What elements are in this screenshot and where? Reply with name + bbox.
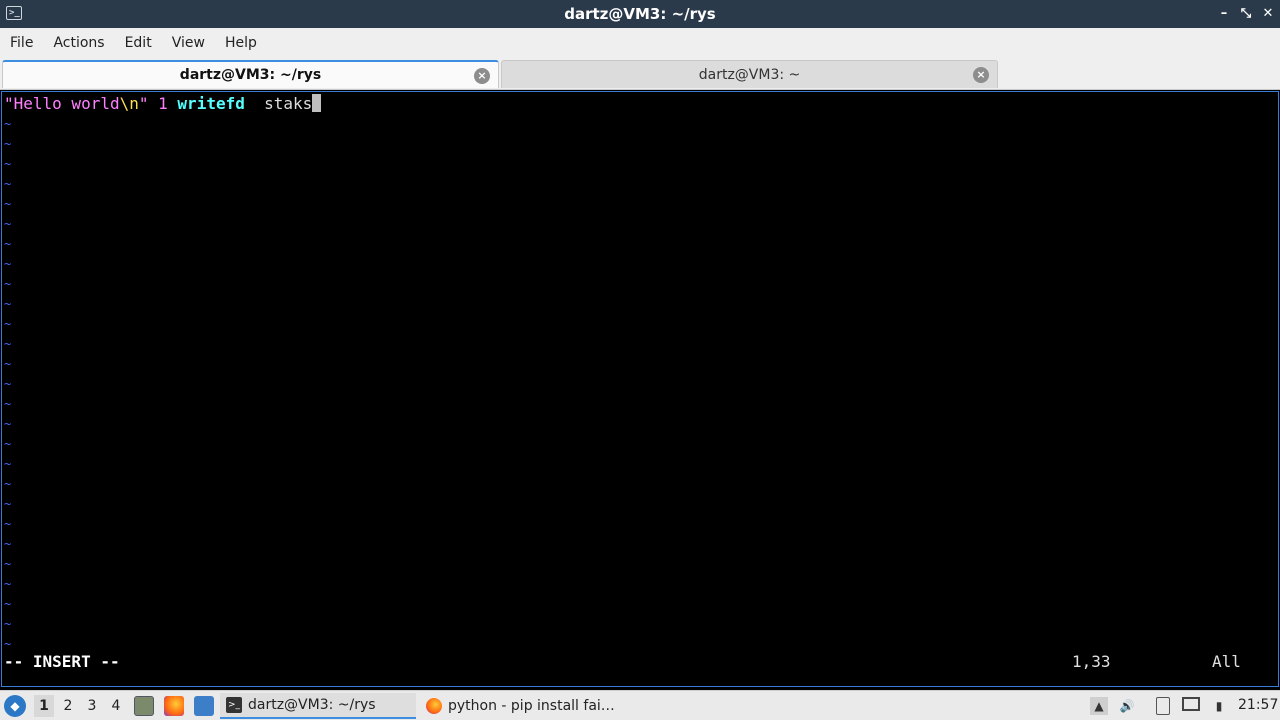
empty-line-tilde: ~ — [4, 257, 12, 271]
empty-line-tilde: ~ — [4, 317, 12, 331]
empty-line-tilde: ~ — [4, 197, 12, 211]
terminal-icon: >_ — [226, 697, 242, 713]
empty-line-tilde: ~ — [4, 537, 12, 551]
empty-line-tilde: ~ — [4, 277, 12, 291]
string-token: "Hello world — [4, 94, 120, 113]
workspace-3[interactable]: 3 — [82, 695, 102, 717]
desktop-icon[interactable] — [194, 696, 214, 716]
plain-token: staks — [264, 94, 313, 113]
close-button[interactable]: ✕ — [1258, 4, 1278, 24]
number-token: 1 — [158, 94, 168, 113]
empty-line-tilde: ~ — [4, 417, 12, 431]
tab-close-icon[interactable]: × — [474, 68, 490, 84]
tab-rys[interactable]: dartz@VM3: ~/rys × — [2, 60, 499, 88]
empty-line-tilde: ~ — [4, 357, 12, 371]
clipboard-icon[interactable] — [1156, 697, 1170, 715]
clock: 21:57 — [1238, 697, 1279, 713]
empty-line-tilde: ~ — [4, 477, 12, 491]
empty-line-tilde: ~ — [4, 337, 12, 351]
minimize-button[interactable]: – — [1214, 4, 1234, 24]
empty-line-tilde: ~ — [4, 397, 12, 411]
display-icon[interactable] — [1182, 697, 1200, 711]
vim-mode-indicator: -- INSERT -- — [4, 652, 120, 671]
empty-line-tilde: ~ — [4, 517, 12, 531]
tab-close-icon[interactable]: × — [973, 67, 989, 83]
maximize-button[interactable]: ⤡ — [1236, 4, 1256, 24]
empty-line-tilde: ~ — [4, 557, 12, 571]
volume-icon[interactable]: 🔊 — [1118, 697, 1136, 715]
start-menu-icon[interactable]: ◆ — [4, 695, 26, 717]
window-titlebar[interactable]: >_ dartz@VM3: ~/rys – ⤡ ✕ — [0, 0, 1280, 28]
tray-up-arrow-icon[interactable]: ▲ — [1090, 697, 1108, 715]
empty-line-tilde: ~ — [4, 377, 12, 391]
window-title: dartz@VM3: ~/rys — [564, 5, 716, 23]
editor-line-1: "Hello world\n" 1 writefd staks — [4, 94, 322, 114]
workspace-1[interactable]: 1 — [34, 695, 54, 717]
empty-line-tilde: ~ — [4, 457, 12, 471]
menu-bar: File Actions Edit View Help — [0, 28, 1280, 58]
cursor-position: 1,33 — [1072, 652, 1111, 671]
menu-view[interactable]: View — [166, 35, 211, 51]
empty-line-tilde: ~ — [4, 217, 12, 231]
workspace-4[interactable]: 4 — [106, 695, 126, 717]
task-terminal[interactable]: >_ dartz@VM3: ~/rys — [220, 693, 416, 719]
empty-line-tilde: ~ — [4, 117, 12, 131]
taskbar: ◆ 1 2 3 4 >_ dartz@VM3: ~/rys python - p… — [0, 690, 1280, 720]
text-cursor — [312, 94, 322, 112]
tab-bar: dartz@VM3: ~/rys × dartz@VM3: ~ × — [0, 58, 1280, 90]
menu-help[interactable]: Help — [219, 35, 263, 51]
empty-line-tilde: ~ — [4, 637, 12, 651]
empty-line-tilde: ~ — [4, 437, 12, 451]
terminal-area[interactable]: "Hello world\n" 1 writefd staks ~ ~ ~ ~ ~ ~ ~ ~… — [1, 91, 1279, 687]
empty-line-tilde: ~ — [4, 177, 12, 191]
tab-label: dartz@VM3: ~/rys — [179, 67, 322, 83]
tab-label: dartz@VM3: ~ — [698, 66, 801, 83]
task-firefox[interactable]: python - pip install fai… — [420, 693, 620, 719]
firefox-launcher-icon[interactable] — [164, 696, 184, 716]
empty-line-tilde: ~ — [4, 137, 12, 151]
empty-line-tilde: ~ — [4, 617, 12, 631]
empty-line-tilde: ~ — [4, 577, 12, 591]
tab-home[interactable]: dartz@VM3: ~ × — [501, 60, 998, 88]
escape-token: \n — [119, 94, 139, 113]
keyword-token: writefd — [177, 94, 245, 113]
string-close-token: " — [138, 94, 149, 113]
empty-line-tilde: ~ — [4, 157, 12, 171]
menu-actions[interactable]: Actions — [47, 35, 110, 51]
scroll-indicator: All — [1212, 652, 1241, 671]
battery-icon[interactable]: ▮ — [1210, 697, 1228, 715]
task-label: python - pip install fai… — [448, 698, 615, 714]
workspace-2[interactable]: 2 — [58, 695, 78, 717]
task-label: dartz@VM3: ~/rys — [248, 697, 376, 713]
firefox-icon — [426, 698, 442, 714]
empty-line-tilde: ~ — [4, 497, 12, 511]
menu-edit[interactable]: Edit — [119, 35, 158, 51]
terminal-app-icon[interactable]: >_ — [6, 6, 22, 20]
empty-line-tilde: ~ — [4, 297, 12, 311]
empty-line-tilde: ~ — [4, 597, 12, 611]
menu-file[interactable]: File — [4, 35, 39, 51]
empty-line-tilde: ~ — [4, 237, 12, 251]
file-manager-icon[interactable] — [134, 696, 154, 716]
